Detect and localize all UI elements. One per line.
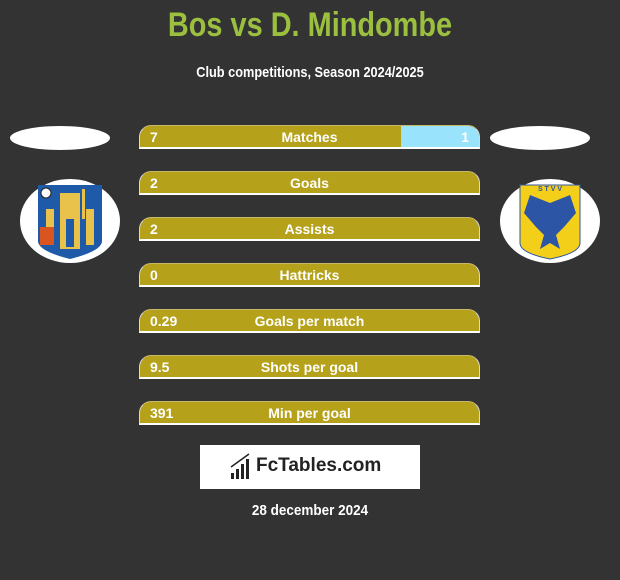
left-player-oval <box>10 126 110 150</box>
brand-name: FcTables.com <box>256 455 382 476</box>
stat-label: Matches <box>281 129 338 145</box>
stat-row: 9.5 Shots per goal <box>139 355 480 379</box>
stat-row: 7 Matches 1 <box>139 125 480 149</box>
bar-chart-icon <box>230 453 250 479</box>
stat-row: 2 Goals <box>139 171 480 195</box>
right-team-logo[interactable]: S T V V <box>500 179 600 263</box>
left-team-logo[interactable] <box>20 179 120 263</box>
stvv-eagle-crest-icon: S T V V <box>519 184 581 260</box>
page-title: Bos vs D. Mindombe <box>167 6 453 44</box>
date-label: 28 december 2024 <box>251 502 369 519</box>
competition-subtitle: Club competitions, Season 2024/2025 <box>196 64 424 81</box>
westerlo-crest-icon <box>38 185 102 259</box>
stat-label: Shots per goal <box>260 359 359 375</box>
stat-row: 0.29 Goals per match <box>139 309 480 333</box>
fctables-logo[interactable]: FcTables.com <box>200 445 420 489</box>
stat-label: Goals per match <box>254 313 365 329</box>
svg-text:S T V V: S T V V <box>538 186 562 193</box>
stat-row: 391 Min per goal <box>139 401 480 425</box>
stat-label: Hattricks <box>279 267 340 283</box>
stat-row: 2 Assists <box>139 217 480 241</box>
stat-label: Min per goal <box>268 405 351 421</box>
stat-row: 0 Hattricks <box>139 263 480 287</box>
stat-label: Goals <box>290 175 329 191</box>
stat-label: Assists <box>284 221 335 237</box>
right-player-oval <box>490 126 590 150</box>
right-value: 1 <box>461 129 469 145</box>
